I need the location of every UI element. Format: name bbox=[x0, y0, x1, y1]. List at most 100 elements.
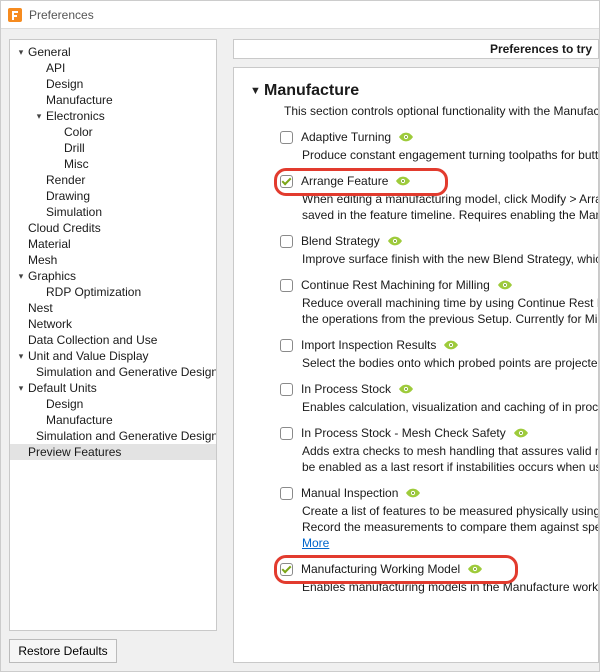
tree-item[interactable]: Design bbox=[10, 396, 216, 412]
eye-icon bbox=[498, 280, 512, 290]
tree-item[interactable]: Preview Features bbox=[10, 444, 216, 460]
feature-description: Record the measurements to compare them … bbox=[302, 520, 598, 534]
content-panel: ▼ Manufacture This section controls opti… bbox=[233, 67, 599, 663]
tree-item-label: Simulation and Generative Design bbox=[36, 364, 217, 380]
eye-icon bbox=[399, 384, 413, 394]
feature-item: Blend StrategyImprove surface finish wit… bbox=[280, 232, 598, 266]
left-pane: ▾GeneralAPIDesignManufacture▾Electronics… bbox=[1, 29, 225, 671]
tree-item-label: Network bbox=[28, 316, 72, 332]
feature-label: In Process Stock - Mesh Check Safety bbox=[301, 426, 506, 440]
feature-label: Continue Rest Machining for Milling bbox=[301, 278, 490, 292]
feature-checkbox[interactable] bbox=[280, 131, 293, 144]
feature-item: Arrange Feature When editing a manufactur… bbox=[280, 172, 598, 222]
tree-item-label: Unit and Value Display bbox=[28, 348, 149, 364]
tree-item[interactable]: Network bbox=[10, 316, 216, 332]
tree-item[interactable]: Material bbox=[10, 236, 216, 252]
tree-item-label: Simulation and Generative Design bbox=[36, 428, 217, 444]
chevron-down-icon: ▼ bbox=[250, 85, 264, 97]
tree-item-label: Drawing bbox=[46, 188, 90, 204]
tree-item[interactable]: Mesh bbox=[10, 252, 216, 268]
feature-description: the operations from the previous Setup. … bbox=[302, 312, 598, 326]
feature-item: In Process StockEnables calculation, vis… bbox=[280, 380, 598, 414]
feature-description: be enabled as a last resort if instabili… bbox=[302, 460, 598, 474]
tree-item[interactable]: Nest bbox=[10, 300, 216, 316]
feature-description: saved in the feature timeline. Requires … bbox=[302, 208, 598, 222]
feature-row: Manual Inspection bbox=[280, 484, 598, 502]
tree-item-label: Design bbox=[46, 396, 83, 412]
tree-item[interactable]: Misc bbox=[10, 156, 216, 172]
tree-item[interactable]: ▾Default Units bbox=[10, 380, 216, 396]
section-header[interactable]: ▼ Manufacture bbox=[250, 82, 598, 100]
tree-item[interactable]: Manufacture bbox=[10, 92, 216, 108]
tree-item[interactable]: ▾Electronics bbox=[10, 108, 216, 124]
tree-item[interactable]: Design bbox=[10, 76, 216, 92]
feature-checkbox[interactable] bbox=[280, 427, 293, 440]
preferences-tree[interactable]: ▾GeneralAPIDesignManufacture▾Electronics… bbox=[9, 39, 217, 631]
tree-item[interactable]: ▾General bbox=[10, 44, 216, 60]
feature-item: Import Inspection ResultsSelect the bodi… bbox=[280, 336, 598, 370]
titlebar: Preferences bbox=[1, 1, 599, 29]
tree-item[interactable]: Data Collection and Use bbox=[10, 332, 216, 348]
tree-item[interactable]: Simulation and Generative Design bbox=[10, 364, 216, 380]
eye-icon bbox=[406, 488, 420, 498]
eye-icon bbox=[468, 564, 482, 574]
tree-item[interactable]: Cloud Credits bbox=[10, 220, 216, 236]
feature-item: Manufacturing Working Model Enables manuf… bbox=[280, 560, 598, 594]
feature-description: When editing a manufacturing model, clic… bbox=[302, 192, 598, 206]
tree-item[interactable]: ▾Unit and Value Display bbox=[10, 348, 216, 364]
fusion-logo-icon bbox=[7, 7, 23, 23]
tree-item[interactable]: Simulation and Generative Design bbox=[10, 428, 216, 444]
header-bar: Preferences to try bbox=[233, 39, 599, 59]
restore-defaults-button[interactable]: Restore Defaults bbox=[9, 639, 117, 663]
feature-checkbox[interactable] bbox=[280, 235, 293, 248]
feature-label: Manual Inspection bbox=[301, 486, 398, 500]
tree-item-label: Graphics bbox=[28, 268, 76, 284]
window-title: Preferences bbox=[29, 8, 94, 22]
more-link[interactable]: More bbox=[302, 536, 329, 550]
eye-icon bbox=[396, 176, 410, 186]
tree-item-label: General bbox=[28, 44, 71, 60]
tree-item[interactable]: ▾Graphics bbox=[10, 268, 216, 284]
tree-item[interactable]: Simulation bbox=[10, 204, 216, 220]
tree-item[interactable]: Color bbox=[10, 124, 216, 140]
feature-row: Arrange Feature bbox=[280, 172, 598, 190]
feature-description: Create a list of features to be measured… bbox=[302, 504, 598, 518]
feature-item: Adaptive TurningProduce constant engagem… bbox=[280, 128, 598, 162]
feature-label: Manufacturing Working Model bbox=[301, 562, 460, 576]
tree-item-label: Material bbox=[28, 236, 71, 252]
feature-row: Manufacturing Working Model bbox=[280, 560, 598, 578]
feature-checkbox[interactable] bbox=[280, 339, 293, 352]
tree-item-label: Simulation bbox=[46, 204, 102, 220]
feature-checkbox[interactable] bbox=[280, 175, 293, 188]
right-pane: Preferences to try ▼ Manufacture This se… bbox=[225, 29, 599, 671]
feature-row: Continue Rest Machining for Milling bbox=[280, 276, 598, 294]
feature-description: Enables manufacturing models in the Manu… bbox=[302, 580, 598, 594]
tree-item[interactable]: Manufacture bbox=[10, 412, 216, 428]
feature-item: Continue Rest Machining for MillingReduc… bbox=[280, 276, 598, 326]
tree-item[interactable]: RDP Optimization bbox=[10, 284, 216, 300]
tree-item[interactable]: Drawing bbox=[10, 188, 216, 204]
twisty-icon: ▾ bbox=[16, 380, 26, 396]
tree-item-label: Drill bbox=[64, 140, 85, 156]
eye-icon bbox=[444, 340, 458, 350]
twisty-icon: ▾ bbox=[16, 268, 26, 284]
twisty-icon: ▾ bbox=[16, 348, 26, 364]
tree-item-label: Render bbox=[46, 172, 85, 188]
tree-item[interactable]: API bbox=[10, 60, 216, 76]
tree-item[interactable]: Render bbox=[10, 172, 216, 188]
tree-item-label: Electronics bbox=[46, 108, 105, 124]
tree-item-label: Manufacture bbox=[46, 92, 113, 108]
section-title: Manufacture bbox=[264, 82, 359, 100]
feature-row: In Process Stock - Mesh Check Safety bbox=[280, 424, 598, 442]
feature-row: Blend Strategy bbox=[280, 232, 598, 250]
tree-item-label: Design bbox=[46, 76, 83, 92]
feature-checkbox[interactable] bbox=[280, 279, 293, 292]
feature-row: In Process Stock bbox=[280, 380, 598, 398]
feature-checkbox[interactable] bbox=[280, 487, 293, 500]
tree-item-label: Nest bbox=[28, 300, 53, 316]
feature-checkbox[interactable] bbox=[280, 383, 293, 396]
tree-item[interactable]: Drill bbox=[10, 140, 216, 156]
feature-checkbox[interactable] bbox=[280, 563, 293, 576]
tree-item-label: Color bbox=[64, 124, 93, 140]
feature-label: Arrange Feature bbox=[301, 174, 388, 188]
